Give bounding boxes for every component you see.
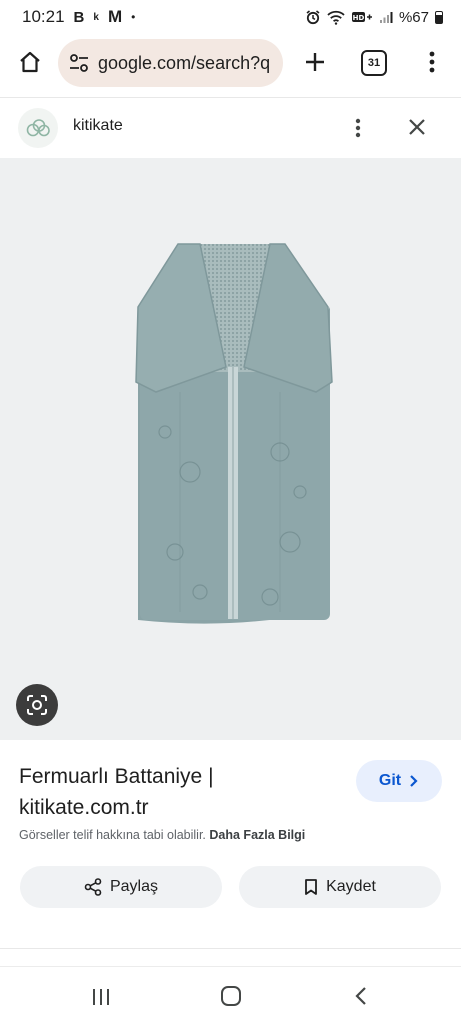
back-icon — [355, 987, 366, 1005]
status-left: 10:21 B k M • — [22, 7, 135, 27]
close-icon — [409, 119, 425, 135]
divider — [0, 948, 461, 949]
tune-icon[interactable] — [66, 50, 92, 76]
save-label: Kaydet — [326, 878, 376, 895]
more-info-link[interactable]: Daha Fazla Bilgi — [209, 828, 305, 842]
source-header: kitikate — [0, 97, 461, 157]
hd-volte-icon: HD — [351, 10, 373, 24]
copyright-note: Görseller telif hakkına tabi olabilir. D… — [19, 828, 305, 842]
status-bar: 10:21 B k M • HD %67 — [0, 0, 461, 34]
cloud-logo-icon — [18, 108, 58, 148]
lens-icon — [27, 695, 47, 715]
share-label: Paylaş — [109, 878, 159, 895]
notification-k-icon: k — [93, 11, 99, 23]
url-text: google.com/search?q — [98, 52, 271, 73]
notification-dot-icon: • — [131, 10, 136, 24]
save-button[interactable]: Kaydet — [239, 866, 441, 908]
close-button[interactable] — [402, 112, 432, 142]
tab-count: 31 — [367, 57, 381, 69]
battery-icon — [435, 10, 443, 24]
image-preview[interactable] — [0, 158, 461, 740]
lens-button[interactable] — [16, 684, 58, 726]
tab-switcher-button[interactable]: 31 — [361, 50, 387, 76]
visit-button[interactable]: Git — [356, 760, 442, 802]
notification-m-icon: M — [107, 7, 123, 26]
more-vert-icon — [355, 118, 361, 138]
source-menu-button[interactable] — [348, 112, 368, 144]
copyright-text: Görseller telif hakkına tabi olabilir. — [19, 828, 206, 842]
back-button[interactable] — [348, 983, 374, 1009]
home-icon — [221, 986, 241, 1006]
recents-button[interactable] — [88, 984, 114, 1010]
browser-toolbar: google.com/search?q 31 — [0, 34, 461, 94]
bookmark-icon — [305, 879, 317, 895]
status-right: HD %67 — [305, 9, 443, 26]
system-home-button[interactable] — [218, 983, 244, 1009]
recents-icon — [93, 989, 109, 1005]
product-image — [135, 243, 333, 624]
notification-b-icon: B — [73, 8, 85, 26]
svg-text:HD: HD — [353, 14, 365, 22]
chevron-right-icon — [410, 775, 418, 787]
wifi-icon — [327, 10, 345, 25]
home-icon — [20, 51, 40, 73]
result-title[interactable]: Fermuarlı Battaniye | kitikate.com.tr — [19, 761, 339, 823]
system-nav-bar — [0, 970, 461, 1024]
plus-icon — [306, 53, 324, 71]
site-name[interactable]: kitikate — [73, 117, 123, 135]
new-tab-button[interactable] — [299, 46, 331, 78]
visit-label: Git — [378, 772, 402, 789]
browser-menu-button[interactable] — [422, 46, 442, 78]
more-vert-icon — [429, 51, 435, 73]
share-icon — [84, 878, 102, 896]
battery-text: %67 — [398, 8, 429, 26]
status-time: 10:21 — [22, 7, 65, 26]
browser-home-button[interactable] — [14, 46, 46, 78]
signal-icon — [379, 10, 393, 24]
result-info: Fermuarlı Battaniye | kitikate.com.tr Gi… — [0, 740, 461, 950]
alarm-icon — [305, 9, 321, 25]
share-button[interactable]: Paylaş — [20, 866, 222, 908]
address-bar[interactable]: google.com/search?q — [58, 39, 283, 87]
